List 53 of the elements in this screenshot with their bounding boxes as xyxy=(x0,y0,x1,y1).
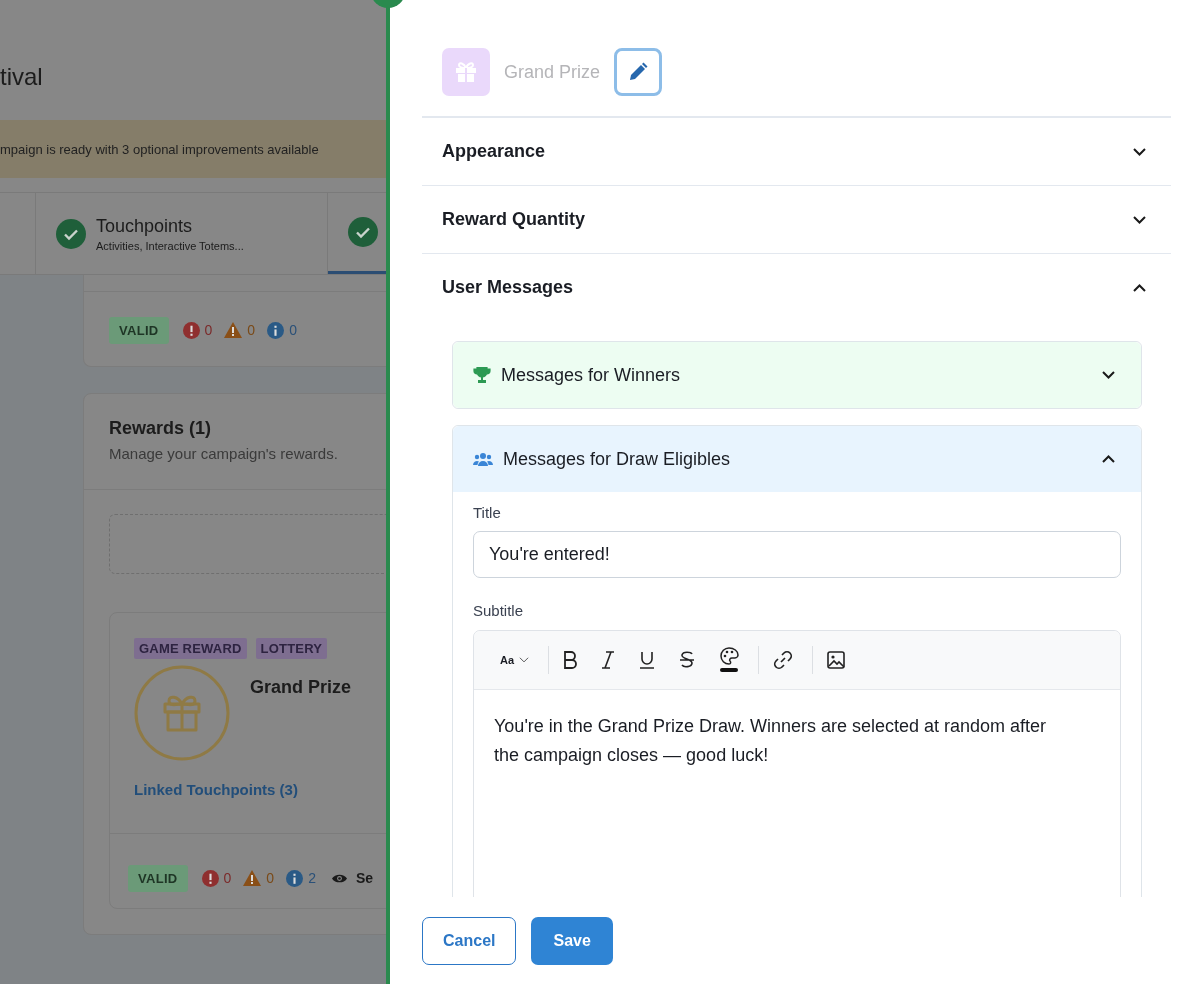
trophy-icon xyxy=(473,367,491,383)
rewards-subtitle: Manage your campaign's rewards. xyxy=(109,445,339,462)
rewards-title: Rewards (1) xyxy=(109,418,213,439)
cancel-button[interactable]: Cancel xyxy=(422,917,517,965)
message-group-header[interactable]: Messages for Winners xyxy=(453,342,1141,408)
reward-icon xyxy=(442,48,490,96)
gift-icon xyxy=(134,665,230,761)
error-count: 0 xyxy=(223,870,232,886)
editor-text: You're in the Grand Prize Draw. Winners are selected at random after the campaign closes — good luck! xyxy=(494,716,1047,765)
warning-count: 0 xyxy=(266,870,275,886)
italic-icon[interactable] xyxy=(601,651,616,669)
accordion-header[interactable]: Reward Quantity xyxy=(422,186,1171,253)
info-count: 2 xyxy=(308,870,316,886)
reward-name: Grand Prize xyxy=(250,677,352,699)
field-label: Title xyxy=(473,504,502,521)
accordion-header[interactable]: User Messages xyxy=(422,254,1171,321)
error-count: 0 xyxy=(204,322,213,338)
warning-icon xyxy=(224,322,243,338)
reward-tag: LOTTERY xyxy=(255,638,328,659)
error-icon xyxy=(182,321,200,339)
status-badge: VALID xyxy=(109,316,169,344)
banner-text: mpaign is ready with 3 optional improvements available xyxy=(0,141,319,157)
reward-tag: GAME REWARD xyxy=(134,638,247,659)
edit-button[interactable] xyxy=(614,48,663,96)
field-label: Subtitle xyxy=(473,602,525,619)
warning-icon xyxy=(243,870,262,886)
strikethrough-icon[interactable] xyxy=(679,651,696,669)
reward-name: Grand Prize xyxy=(504,61,601,83)
caret-icon xyxy=(519,657,530,663)
warning-count: 0 xyxy=(247,322,256,338)
error-icon xyxy=(201,869,219,887)
info-icon xyxy=(267,321,285,339)
step-title: Touchpoints xyxy=(96,215,194,237)
font-size-dropdown[interactable]: Aa xyxy=(500,654,530,666)
see-link[interactable]: Se xyxy=(331,870,374,886)
status-badge: VALID xyxy=(128,864,188,892)
underline-icon[interactable] xyxy=(639,651,656,669)
eye-icon xyxy=(331,872,347,884)
message-group-header[interactable]: Messages for Draw Eligibles xyxy=(453,426,1141,492)
rich-text-editor[interactable]: Aa You're in the Grand Prize Draw. Winners are selected at random after the campaign closes — good luck! xyxy=(473,630,1121,897)
bold-icon[interactable] xyxy=(563,651,578,669)
info-icon xyxy=(286,869,304,887)
page-title: tival xyxy=(0,63,43,90)
title-input[interactable]: You're entered! xyxy=(473,531,1121,578)
info-count: 0 xyxy=(289,322,297,338)
pencil-icon xyxy=(628,62,649,82)
users-icon xyxy=(473,451,493,467)
image-icon[interactable] xyxy=(827,651,846,669)
save-button[interactable]: Save xyxy=(531,917,613,965)
accordion-header[interactable]: Appearance xyxy=(422,118,1171,185)
step-subtitle: Activities, Interactive Totems... xyxy=(96,239,244,252)
palette-icon[interactable] xyxy=(719,647,740,673)
link-icon[interactable] xyxy=(773,650,794,670)
